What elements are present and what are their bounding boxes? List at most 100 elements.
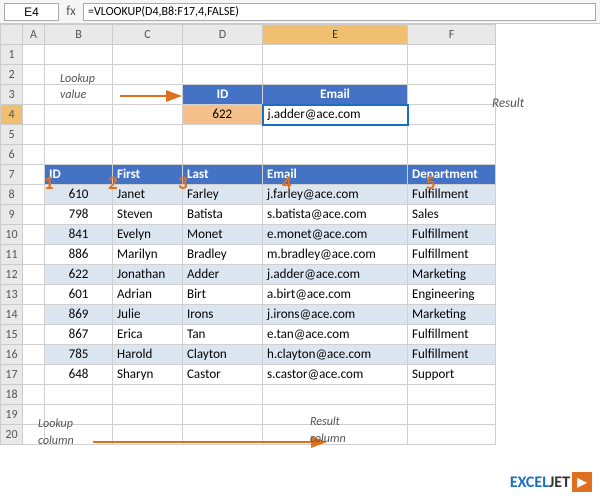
cell-a13[interactable]	[23, 285, 45, 305]
cell-c5[interactable]	[113, 125, 183, 145]
cell-e14[interactable]: j.irons@ace.com	[263, 305, 408, 325]
cell-b20[interactable]	[45, 425, 113, 445]
col-header-d[interactable]: D	[183, 25, 263, 45]
cell-e19[interactable]	[263, 405, 408, 425]
cell-d8[interactable]: Farley	[183, 185, 263, 205]
cell-a2[interactable]	[23, 65, 45, 85]
cell-e17[interactable]: s.castor@ace.com	[263, 365, 408, 385]
cell-c9[interactable]: Steven	[113, 205, 183, 225]
cell-c11[interactable]: Marilyn	[113, 245, 183, 265]
cell-c15[interactable]: Erica	[113, 325, 183, 345]
cell-c12[interactable]: Jonathan	[113, 265, 183, 285]
cell-a10[interactable]	[23, 225, 45, 245]
cell-c17[interactable]: Sharyn	[113, 365, 183, 385]
cell-d9[interactable]: Batista	[183, 205, 263, 225]
cell-d18[interactable]	[183, 385, 263, 405]
cell-a6[interactable]	[23, 145, 45, 165]
cell-a1[interactable]	[23, 45, 45, 65]
cell-e20[interactable]	[263, 425, 408, 445]
cell-d14[interactable]: Irons	[183, 305, 263, 325]
cell-e6[interactable]	[263, 145, 408, 165]
cell-f14[interactable]: Marketing	[408, 305, 496, 325]
cell-e3-header[interactable]: Email	[263, 85, 408, 105]
cell-d5[interactable]	[183, 125, 263, 145]
cell-a19[interactable]	[23, 405, 45, 425]
cell-f7-header[interactable]: Department	[408, 165, 496, 185]
cell-f4[interactable]	[408, 105, 496, 125]
cell-a7[interactable]	[23, 165, 45, 185]
cell-a18[interactable]	[23, 385, 45, 405]
cell-b15[interactable]: 867	[45, 325, 113, 345]
cell-b12[interactable]: 622	[45, 265, 113, 285]
cell-f13[interactable]: Engineering	[408, 285, 496, 305]
cell-a11[interactable]	[23, 245, 45, 265]
cell-c14[interactable]: Julie	[113, 305, 183, 325]
cell-b13[interactable]: 601	[45, 285, 113, 305]
cell-d10[interactable]: Monet	[183, 225, 263, 245]
cell-f19[interactable]	[408, 405, 496, 425]
cell-e9[interactable]: s.batista@ace.com	[263, 205, 408, 225]
cell-f20[interactable]	[408, 425, 496, 445]
cell-f15[interactable]: Fulfillment	[408, 325, 496, 345]
col-header-e[interactable]: E	[263, 25, 408, 45]
cell-e18[interactable]	[263, 385, 408, 405]
cell-c16[interactable]: Harold	[113, 345, 183, 365]
cell-c18[interactable]	[113, 385, 183, 405]
cell-c6[interactable]	[113, 145, 183, 165]
cell-f10[interactable]: Fulfillment	[408, 225, 496, 245]
cell-e1[interactable]	[263, 45, 408, 65]
cell-d7-header[interactable]: Last	[183, 165, 263, 185]
cell-d20[interactable]	[183, 425, 263, 445]
cell-b9[interactable]: 798	[45, 205, 113, 225]
cell-c20[interactable]	[113, 425, 183, 445]
cell-d17[interactable]: Castor	[183, 365, 263, 385]
cell-f3[interactable]	[408, 85, 496, 105]
cell-b8[interactable]: 610	[45, 185, 113, 205]
cell-d6[interactable]	[183, 145, 263, 165]
cell-a20[interactable]	[23, 425, 45, 445]
cell-c1[interactable]	[113, 45, 183, 65]
cell-c19[interactable]	[113, 405, 183, 425]
cell-d1[interactable]	[183, 45, 263, 65]
cell-f9[interactable]: Sales	[408, 205, 496, 225]
cell-a4[interactable]	[23, 105, 45, 125]
cell-b10[interactable]: 841	[45, 225, 113, 245]
cell-a5[interactable]	[23, 125, 45, 145]
cell-f17[interactable]: Support	[408, 365, 496, 385]
cell-b2[interactable]	[45, 65, 113, 85]
cell-reference[interactable]	[4, 3, 59, 21]
cell-a15[interactable]	[23, 325, 45, 345]
cell-b3[interactable]	[45, 85, 113, 105]
cell-f1[interactable]	[408, 45, 496, 65]
cell-b16[interactable]: 785	[45, 345, 113, 365]
cell-c2[interactable]	[113, 65, 183, 85]
cell-b1[interactable]	[45, 45, 113, 65]
cell-f2[interactable]	[408, 65, 496, 85]
cell-f8[interactable]: Fulfillment	[408, 185, 496, 205]
cell-b4[interactable]	[45, 105, 113, 125]
cell-d2[interactable]	[183, 65, 263, 85]
cell-a3[interactable]	[23, 85, 45, 105]
cell-d19[interactable]	[183, 405, 263, 425]
col-header-c[interactable]: C	[113, 25, 183, 45]
cell-d16[interactable]: Clayton	[183, 345, 263, 365]
cell-e5[interactable]	[263, 125, 408, 145]
cell-f12[interactable]: Marketing	[408, 265, 496, 285]
cell-b5[interactable]	[45, 125, 113, 145]
cell-c13[interactable]: Adrian	[113, 285, 183, 305]
cell-e16[interactable]: h.clayton@ace.com	[263, 345, 408, 365]
cell-b6[interactable]	[45, 145, 113, 165]
cell-f18[interactable]	[408, 385, 496, 405]
cell-d4-id[interactable]: 622	[183, 105, 263, 125]
cell-a17[interactable]	[23, 365, 45, 385]
col-header-b[interactable]: B	[45, 25, 113, 45]
cell-c8[interactable]: Janet	[113, 185, 183, 205]
cell-e8[interactable]: j.farley@ace.com	[263, 185, 408, 205]
cell-c10[interactable]: Evelyn	[113, 225, 183, 245]
cell-a16[interactable]	[23, 345, 45, 365]
cell-b7-header[interactable]: ID	[45, 165, 113, 185]
cell-d15[interactable]: Tan	[183, 325, 263, 345]
cell-f5[interactable]	[408, 125, 496, 145]
cell-e13[interactable]: a.birt@ace.com	[263, 285, 408, 305]
cell-b11[interactable]: 886	[45, 245, 113, 265]
